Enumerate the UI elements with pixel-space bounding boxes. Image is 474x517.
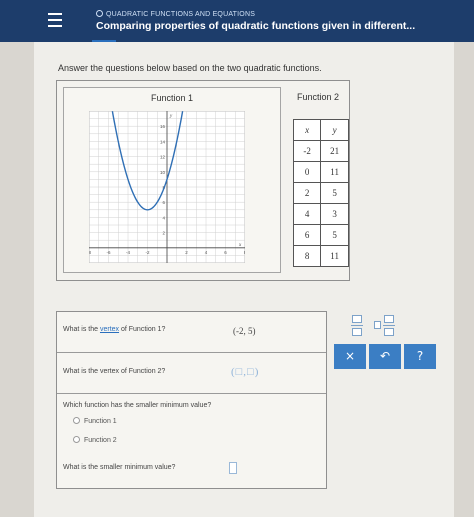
y-tick-label: 14 <box>160 139 166 144</box>
instructions-text: Answer the questions below based on the … <box>58 63 322 73</box>
table-row: 25 <box>292 182 349 204</box>
table-cell: 6 <box>292 224 322 246</box>
table-cell: 11 <box>320 245 349 267</box>
question-1: What is the vertex of Function 1? (-2, 5… <box>57 312 326 353</box>
top-header: QUADRATIC FUNCTIONS AND EQUATIONS Compar… <box>0 0 474 42</box>
table-header-x: x <box>292 119 322 141</box>
question-2: What is the vertex of Function 2? (□,□) <box>57 353 326 394</box>
table-cell: 21 <box>320 140 349 162</box>
table-cell: 4 <box>292 203 322 225</box>
question-1-prefix: What is the <box>63 326 100 333</box>
question-1-answer[interactable]: (-2, 5) <box>233 326 256 336</box>
option-1-label: Function 1 <box>84 418 117 425</box>
x-tick-label: -6 <box>106 250 110 255</box>
option-function-2[interactable]: Function 2 <box>73 436 117 444</box>
x-tick-label: -2 <box>145 250 149 255</box>
question-2-text: What is the vertex of Function 2? <box>63 368 166 375</box>
y-tick-label: 12 <box>160 155 166 160</box>
question-3: Which function has the smaller minimum v… <box>57 394 326 489</box>
question-1-suffix: of Function 1? <box>119 326 166 333</box>
table-cell: 3 <box>320 203 349 225</box>
x-tick-label: -4 <box>126 250 130 255</box>
topic-text: QUADRATIC FUNCTIONS AND EQUATIONS <box>106 11 256 18</box>
vertex-link[interactable]: vertex <box>100 326 119 333</box>
table-row: 65 <box>292 224 349 246</box>
menu-icon[interactable] <box>48 11 70 29</box>
option-function-1[interactable]: Function 1 <box>73 417 117 425</box>
function1-label: Function 1 <box>150 93 194 103</box>
table-header-y: y <box>320 119 349 141</box>
table-cell: 5 <box>320 182 349 204</box>
undo-button[interactable]: ↶ <box>369 344 401 369</box>
question-3-text: Which function has the smaller minimum v… <box>63 402 212 409</box>
vertex-input[interactable]: (□,□) <box>231 366 259 380</box>
table-row: 8 11 <box>292 245 349 267</box>
y-tick-label: 16 <box>160 124 166 129</box>
question-3-followup: What is the smaller minimum value? <box>63 464 176 471</box>
function2-label: Function 2 <box>296 92 340 102</box>
clear-button[interactable]: × <box>334 344 366 369</box>
function1-graph: 161412108642-8-6-4-22468yx <box>89 111 245 263</box>
radio-icon[interactable] <box>73 436 80 443</box>
x-tick-label: 8 <box>244 250 245 255</box>
functions-panel: Function 1 161412108642-8-6-4-22468yx Fu… <box>56 80 350 281</box>
table-row: -2 21 <box>292 140 349 162</box>
function2-table: x y -2 21 0 11 25 43 65 8 11 <box>292 119 349 267</box>
table-cell: 0 <box>292 161 322 183</box>
option-2-label: Function 2 <box>84 437 117 444</box>
minimum-value-input[interactable] <box>229 462 237 474</box>
main-content: Answer the questions below based on the … <box>34 42 454 517</box>
function1-box: Function 1 161412108642-8-6-4-22468yx <box>63 87 281 273</box>
questions-panel: What is the vertex of Function 1? (-2, 5… <box>56 311 327 489</box>
table-cell: 2 <box>292 182 322 204</box>
table-cell: 11 <box>320 161 349 183</box>
lesson-title: Comparing properties of quadratic functi… <box>96 20 416 32</box>
fraction-icon[interactable] <box>351 315 364 337</box>
mixed-fraction-icon[interactable] <box>383 315 396 337</box>
y-tick-label: 10 <box>160 170 166 175</box>
table-row: 0 11 <box>292 161 349 183</box>
fraction-tools <box>344 315 408 341</box>
table-cell: 8 <box>292 245 322 267</box>
table-cell: 5 <box>320 224 349 246</box>
table-row: 43 <box>292 203 349 225</box>
topic-breadcrumb: QUADRATIC FUNCTIONS AND EQUATIONS <box>96 10 255 18</box>
action-buttons: × ↶ ? <box>334 344 437 369</box>
radio-icon[interactable] <box>73 417 80 424</box>
question-1-text: What is the vertex of Function 1? <box>63 326 165 333</box>
table-cell: -2 <box>292 140 322 162</box>
topic-circle-icon <box>96 10 103 17</box>
help-button[interactable]: ? <box>404 344 436 369</box>
